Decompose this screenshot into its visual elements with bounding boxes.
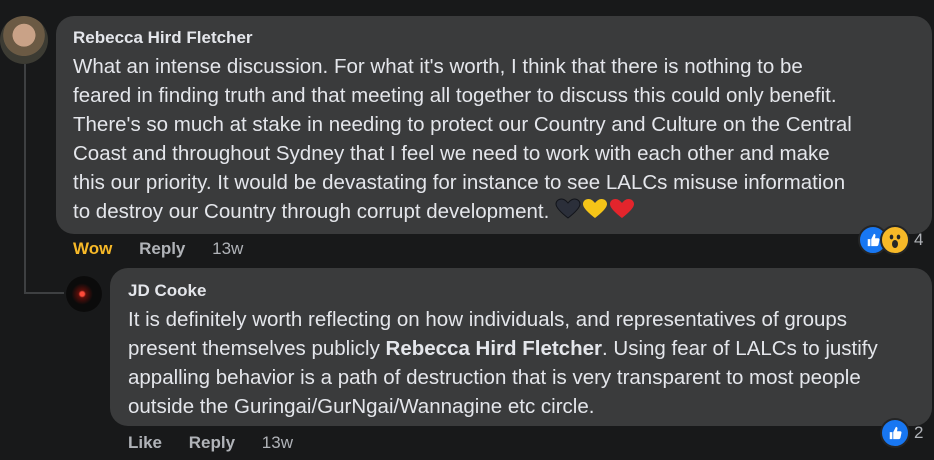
reaction-count: 2	[914, 423, 924, 442]
thread-line	[24, 64, 26, 294]
avatar-jd-cooke[interactable]	[66, 276, 102, 312]
reply-button[interactable]: Reply	[189, 433, 235, 452]
comment-timestamp[interactable]: 13w	[262, 433, 293, 452]
avatar-rebecca[interactable]	[0, 16, 48, 64]
comment-line: Coast and throughout Sydney that I feel …	[73, 142, 830, 165]
comment-line: It is definitely worth reflecting on how…	[128, 308, 848, 331]
like-icon	[880, 418, 910, 448]
wow-reaction-button[interactable]: Wow	[73, 239, 112, 258]
comment-author[interactable]: Rebecca Hird Fletcher	[73, 28, 253, 48]
comment-line: What an intense discussion. For what it'…	[73, 55, 803, 78]
comment-line-last: to destroy our Country through corrupt d…	[73, 197, 923, 228]
comment-author[interactable]: JD Cooke	[128, 281, 206, 301]
red-heart-icon	[610, 199, 635, 218]
reaction-count: 4	[914, 230, 924, 249]
comment-line: to destroy our Country through corrupt d…	[73, 200, 550, 223]
comment-actions: Like Reply 13w	[128, 433, 315, 453]
reaction-summary[interactable]: 2	[880, 418, 923, 448]
reaction-summary[interactable]: 4	[858, 225, 923, 255]
comment-line: outside the Guringai/GurNgai/Wannagine e…	[128, 395, 595, 418]
comment-text: It is definitely worth reflecting on how…	[128, 305, 928, 421]
comment-timestamp[interactable]: 13w	[212, 239, 243, 258]
comment-text-segment: . Using fear of LALCs to justify	[602, 337, 878, 360]
like-button[interactable]: Like	[128, 433, 162, 452]
wow-icon	[880, 225, 910, 255]
comment-line: present themselves publicly Rebecca Hird…	[128, 334, 928, 363]
comment-actions: Wow Reply 13w	[73, 239, 265, 259]
reply-button[interactable]: Reply	[139, 239, 185, 258]
mention-link[interactable]: Rebecca Hird Fletcher	[386, 337, 602, 360]
comment-line: appalling behavior is a path of destruct…	[128, 366, 861, 389]
comment-line: this our priority. It would be devastati…	[73, 171, 846, 194]
black-heart-icon	[555, 198, 581, 219]
comment-line: feared in finding truth and that meeting…	[73, 84, 837, 107]
hearts-emoji	[555, 198, 635, 228]
thread-connector	[24, 292, 64, 294]
yellow-heart-icon	[583, 199, 608, 218]
comment-text-segment: present themselves publicly	[128, 337, 386, 360]
comment-text: What an intense discussion. For what it'…	[73, 52, 923, 228]
comment-line: There's so much at stake in needing to p…	[73, 113, 852, 136]
